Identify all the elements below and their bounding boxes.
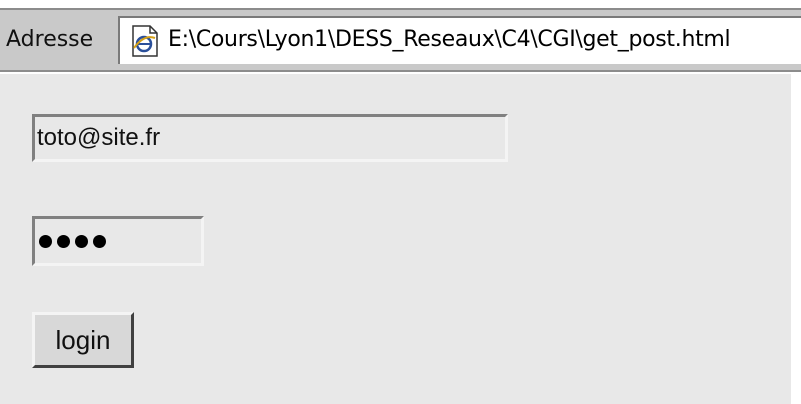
- login-button[interactable]: login: [32, 312, 134, 368]
- address-label: Adresse: [6, 27, 94, 52]
- password-field[interactable]: [32, 216, 204, 266]
- password-mask-dot: [57, 234, 70, 248]
- browser-window: Adresse E:\Cours\Lyon1\DESS_Reseaux\C4\C…: [0, 0, 801, 404]
- page-content: toto@site.fr login: [0, 74, 791, 404]
- address-url: E:\Cours\Lyon1\DESS_Reseaux\C4\CGI\get_p…: [168, 27, 731, 52]
- email-field[interactable]: toto@site.fr: [32, 114, 508, 162]
- address-field[interactable]: E:\Cours\Lyon1\DESS_Reseaux\C4\CGI\get_p…: [118, 16, 801, 64]
- password-mask-dot: [93, 234, 106, 248]
- password-mask-dot: [75, 234, 88, 248]
- password-mask-dot: [39, 234, 52, 248]
- window-edge: [791, 74, 801, 404]
- ie-page-icon: [130, 24, 160, 58]
- address-bar: Adresse E:\Cours\Lyon1\DESS_Reseaux\C4\C…: [0, 8, 801, 72]
